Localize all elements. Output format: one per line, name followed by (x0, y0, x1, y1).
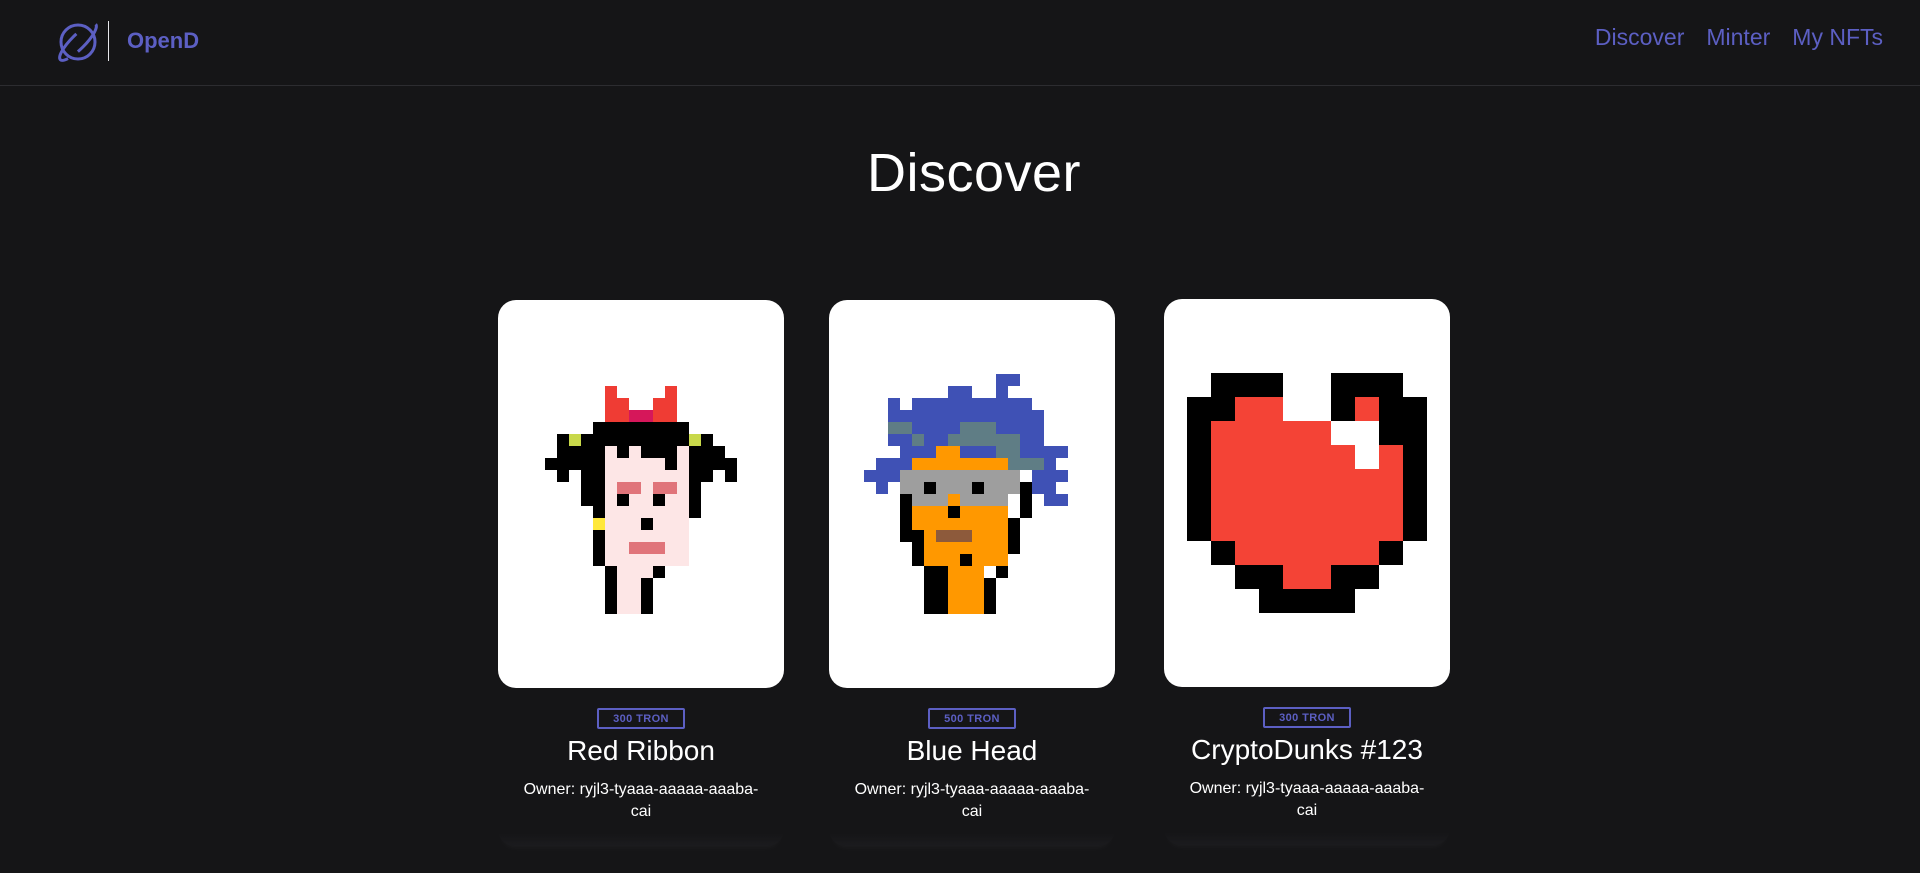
brand-name: OpenD (127, 28, 200, 53)
price-badge: 300 TRON (597, 708, 685, 729)
nft-card[interactable]: 300 TRON Red Ribbon Owner: ryjl3-tyaaa-a… (498, 300, 784, 846)
nft-card-info: 500 TRON Blue Head Owner: ryjl3-tyaaa-aa… (829, 688, 1115, 846)
nft-name: Red Ribbon (567, 735, 715, 766)
pixel-punk-blue-head-image (864, 374, 1068, 614)
nft-card[interactable]: 500 TRON Blue Head Owner: ryjl3-tyaaa-aa… (829, 300, 1115, 846)
pixel-heart-image (1187, 373, 1427, 613)
nav-link-discover[interactable]: Discover (1595, 24, 1684, 51)
nft-owner: Owner: ryjl3-tyaaa-aaaaa-aaaba-cai (854, 781, 1090, 820)
brand[interactable]: OpenD (54, 17, 199, 65)
price-badge: 300 TRON (1263, 707, 1351, 728)
planet-logo-icon (58, 22, 98, 62)
page-title: Discover (866, 143, 1082, 203)
nft-name: Blue Head (906, 735, 1038, 766)
navbar: OpenD Discover Minter My NFTs (0, 0, 1920, 86)
nft-image[interactable] (829, 300, 1115, 688)
nav-links: Discover Minter My NFTs (1595, 24, 1883, 51)
nft-image[interactable] (1164, 299, 1450, 687)
price-badge: 500 TRON (928, 708, 1016, 729)
nft-name: CryptoDunks #123 (1191, 734, 1423, 765)
nav-link-my-nfts[interactable]: My NFTs (1792, 24, 1883, 51)
nav-link-minter[interactable]: Minter (1706, 24, 1770, 51)
nft-owner: Owner: ryjl3-tyaaa-aaaaa-aaaba-cai (523, 781, 759, 820)
nft-card-info: 300 TRON Red Ribbon Owner: ryjl3-tyaaa-a… (498, 688, 784, 846)
brand-separator (108, 21, 109, 61)
nft-owner: Owner: ryjl3-tyaaa-aaaaa-aaaba-cai (1189, 780, 1425, 819)
nft-card[interactable]: 300 TRON CryptoDunks #123 Owner: ryjl3-t… (1164, 299, 1450, 845)
nft-image[interactable] (498, 300, 784, 688)
pixel-punk-red-ribbon-image (545, 386, 737, 614)
nft-card-info: 300 TRON CryptoDunks #123 Owner: ryjl3-t… (1164, 687, 1450, 845)
